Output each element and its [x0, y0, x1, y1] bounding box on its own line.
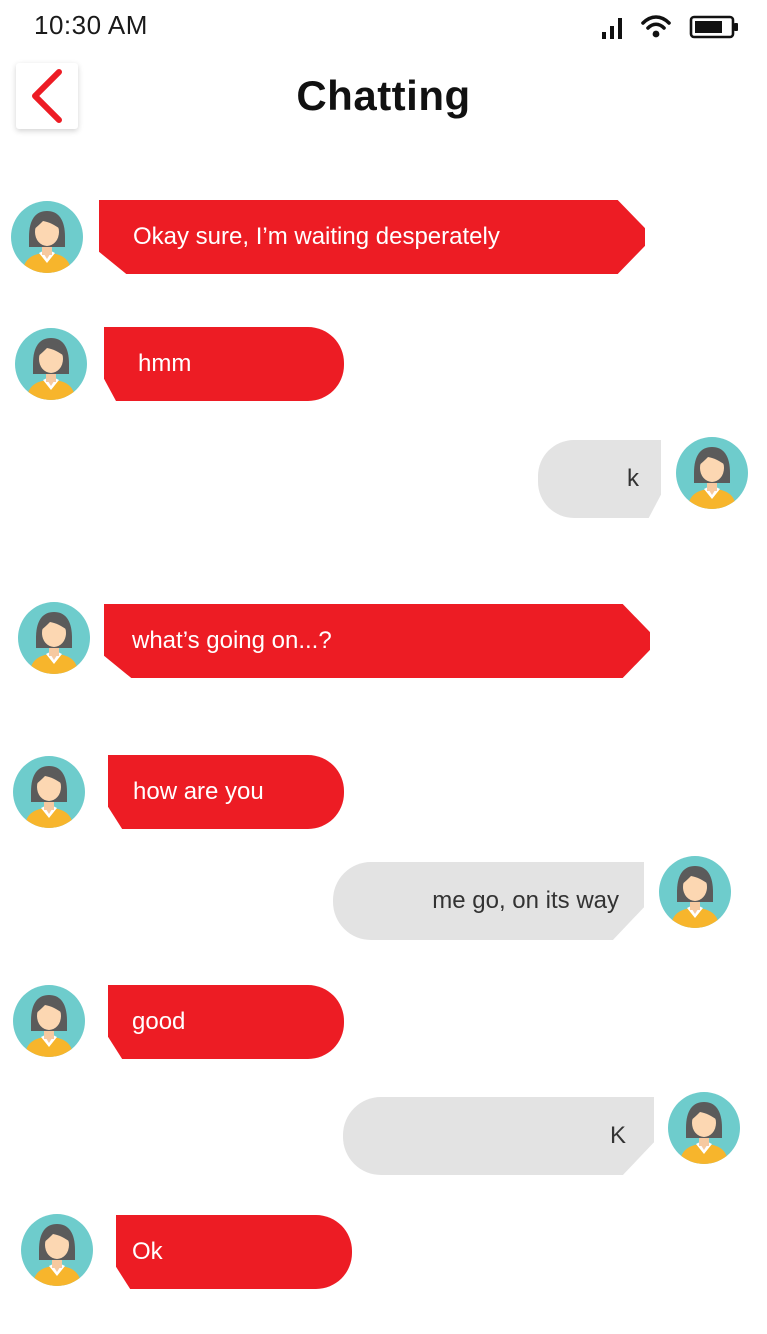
avatar — [676, 437, 748, 509]
status-time: 10:30 AM — [34, 10, 148, 40]
message-text: how are you — [133, 778, 264, 805]
message-text: hmm — [138, 350, 192, 377]
message-bubble[interactable]: how are you — [108, 755, 344, 829]
message-bubble[interactable]: good — [108, 985, 344, 1059]
page-title: Chatting — [296, 72, 471, 119]
status-icons — [601, 14, 739, 40]
avatar — [659, 856, 731, 928]
message-bubble[interactable]: k — [538, 440, 661, 518]
message-bubble[interactable]: Okay sure, I’m waiting desperately — [99, 200, 645, 274]
message-bubble[interactable]: me go, on its way — [333, 862, 644, 940]
avatar — [15, 328, 87, 400]
battery-icon — [689, 15, 738, 39]
message-bubble[interactable]: Ok — [116, 1215, 352, 1289]
avatar — [18, 602, 90, 674]
message-text: what’s going on...? — [132, 627, 332, 654]
message-text: Okay sure, I’m waiting desperately — [133, 223, 500, 250]
message-text: Ok — [132, 1238, 163, 1265]
message-text: k — [627, 465, 639, 492]
avatar — [668, 1092, 740, 1164]
avatar — [11, 201, 83, 273]
message-text: K — [609, 1122, 626, 1149]
wifi-icon — [641, 15, 671, 38]
avatar — [13, 985, 85, 1057]
message-bubble[interactable]: K — [343, 1097, 654, 1175]
message-bubble[interactable]: what’s going on...? — [104, 604, 650, 678]
avatar — [13, 756, 85, 828]
message-text: me go, on its way — [432, 887, 619, 914]
avatar — [21, 1214, 93, 1286]
message-bubble[interactable]: hmm — [104, 327, 344, 401]
message-text: good — [132, 1008, 186, 1035]
signal-icon — [602, 18, 622, 39]
